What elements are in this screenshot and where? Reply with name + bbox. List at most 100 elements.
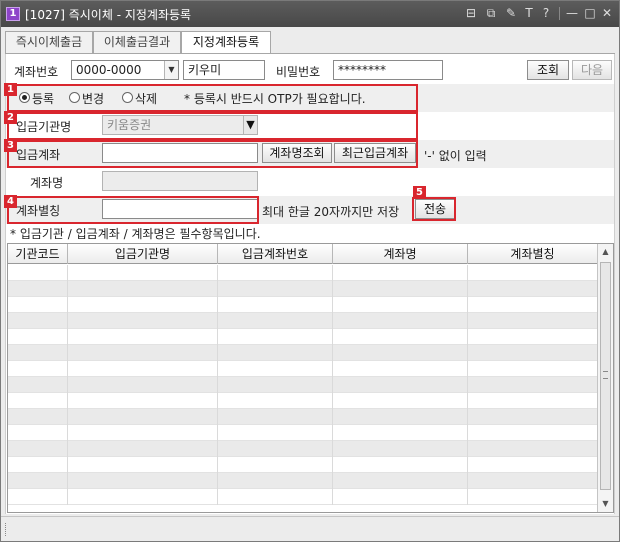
- account-number-select[interactable]: 0000-0000 ▼: [71, 60, 179, 80]
- pin-icon[interactable]: ✎: [503, 5, 519, 21]
- table-row[interactable]: [8, 345, 598, 361]
- title-divider: [559, 7, 560, 20]
- table-cell: [68, 441, 218, 457]
- table-cell: [218, 457, 333, 473]
- table-cell: [8, 489, 68, 505]
- table-cell: [68, 457, 218, 473]
- table-row[interactable]: [8, 265, 598, 281]
- recent-account-button[interactable]: 최근입금계좌: [334, 143, 416, 163]
- scroll-up-icon[interactable]: ▲: [598, 244, 613, 260]
- tab-designated-account[interactable]: 지정계좌등록: [181, 31, 271, 54]
- next-button[interactable]: 다음: [572, 60, 612, 80]
- window-list-icon[interactable]: ⊟: [463, 5, 479, 21]
- table-cell: [218, 313, 333, 329]
- table-row[interactable]: [8, 281, 598, 297]
- table-cell: [333, 377, 468, 393]
- table-cell: [8, 425, 68, 441]
- screen-badge: 1: [6, 7, 20, 21]
- table-cell: [468, 313, 598, 329]
- table-cell: [218, 377, 333, 393]
- table-cell: [218, 345, 333, 361]
- table-cell: [333, 297, 468, 313]
- table-row[interactable]: [8, 409, 598, 425]
- column-header-account-number[interactable]: 입금계좌번호: [218, 244, 333, 264]
- radio-change-label: 변경: [82, 92, 105, 106]
- deposit-account-row: 입금계좌 계좌명조회 최근입금계좌 '-' 없이 입력: [6, 140, 614, 168]
- table-cell: [68, 361, 218, 377]
- radio-delete[interactable]: [122, 92, 133, 103]
- help-icon[interactable]: ?: [538, 5, 554, 21]
- institution-select[interactable]: 키움증권 ▼: [102, 115, 258, 135]
- query-button[interactable]: 조회: [527, 60, 569, 80]
- table-row[interactable]: [8, 313, 598, 329]
- chevron-down-icon[interactable]: ▼: [243, 116, 257, 134]
- table-row[interactable]: [8, 329, 598, 345]
- table-cell: [218, 409, 333, 425]
- account-row: 계좌번호 0000-0000 ▼ 키우미 비밀번호 ******** 조회 다음: [6, 57, 614, 85]
- column-header-code[interactable]: 기관코드: [8, 244, 68, 264]
- alias-row: 계좌별칭 최대 한글 20자까지만 저장 전송: [6, 196, 614, 224]
- deposit-account-input[interactable]: [102, 143, 258, 163]
- table-cell: [8, 345, 68, 361]
- table-cell: [68, 473, 218, 489]
- institution-value: 키움증권: [107, 118, 152, 132]
- radio-change[interactable]: [69, 92, 80, 103]
- scroll-down-icon[interactable]: ▼: [598, 496, 613, 512]
- table-header: 기관코드 입금기관명 입금계좌번호 계좌명 계좌별칭: [8, 244, 598, 264]
- column-header-alias[interactable]: 계좌별칭: [468, 244, 598, 264]
- marker-5: 5: [413, 186, 426, 199]
- minimize-icon[interactable]: —: [564, 5, 580, 21]
- table-row[interactable]: [8, 473, 598, 489]
- table-row[interactable]: [8, 297, 598, 313]
- table-cell: [468, 393, 598, 409]
- table-cell: [68, 393, 218, 409]
- marker-3: 3: [4, 139, 17, 152]
- table-cell: [468, 361, 598, 377]
- marker-4: 4: [4, 195, 17, 208]
- password-label: 비밀번호: [276, 65, 321, 79]
- radio-delete-label: 삭제: [135, 92, 158, 106]
- table-cell: [8, 409, 68, 425]
- table-row[interactable]: [8, 425, 598, 441]
- column-header-account-name[interactable]: 계좌명: [333, 244, 468, 264]
- table-row[interactable]: [8, 377, 598, 393]
- password-input[interactable]: ********: [333, 60, 443, 80]
- table-row[interactable]: [8, 393, 598, 409]
- maximize-icon[interactable]: □: [582, 5, 598, 21]
- table-row[interactable]: [8, 441, 598, 457]
- table-cell: [333, 361, 468, 377]
- column-header-institution[interactable]: 입금기관명: [68, 244, 218, 264]
- tab-immediate-transfer[interactable]: 즉시이체출금: [5, 31, 93, 53]
- close-icon[interactable]: ✕: [599, 5, 615, 21]
- chevron-down-icon[interactable]: ▼: [164, 61, 178, 79]
- table-cell: [468, 345, 598, 361]
- table-cell: [218, 281, 333, 297]
- radio-register[interactable]: [19, 92, 30, 103]
- table-cell: [468, 409, 598, 425]
- table-cell: [333, 409, 468, 425]
- grip-icon: [603, 371, 608, 379]
- scroll-thumb[interactable]: [600, 262, 611, 490]
- table-row[interactable]: [8, 361, 598, 377]
- table-cell: [68, 297, 218, 313]
- tab-transfer-result[interactable]: 이체출금결과: [93, 31, 181, 53]
- table-cell: [333, 473, 468, 489]
- vertical-scrollbar[interactable]: ▲ ▼: [597, 244, 613, 512]
- restore-icon[interactable]: ⧉: [483, 5, 499, 21]
- table-cell: [468, 297, 598, 313]
- resize-grip-icon[interactable]: [5, 523, 8, 536]
- table-cell: [333, 489, 468, 505]
- account-name-field: [102, 171, 258, 191]
- table-row[interactable]: [8, 489, 598, 505]
- table-cell: [68, 425, 218, 441]
- table-cell: [333, 457, 468, 473]
- table-cell: [333, 281, 468, 297]
- table-row[interactable]: [8, 457, 598, 473]
- alias-input[interactable]: [102, 199, 258, 219]
- send-button[interactable]: 전송: [415, 199, 455, 219]
- account-name-lookup-button[interactable]: 계좌명조회: [262, 143, 332, 163]
- table-cell: [218, 425, 333, 441]
- marker-2: 2: [4, 111, 17, 124]
- font-size-icon[interactable]: T: [521, 5, 537, 21]
- designated-account-table: 기관코드 입금기관명 입금계좌번호 계좌명 계좌별칭 ▲ ▼: [7, 243, 614, 513]
